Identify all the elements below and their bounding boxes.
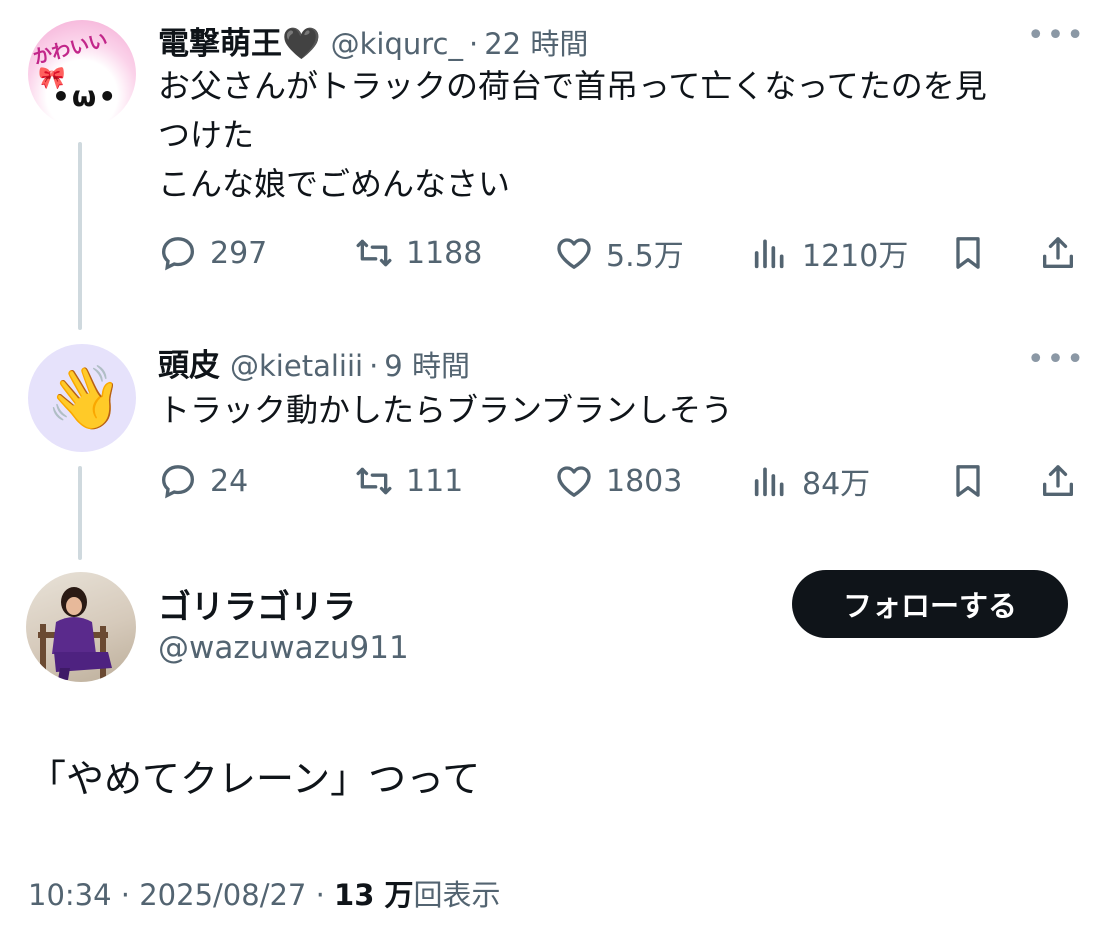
thread-line xyxy=(78,466,82,560)
tweet-text-line: トラック動かしたらブランブランしそう xyxy=(158,391,734,429)
retweet-count: 111 xyxy=(406,463,464,499)
reply-icon xyxy=(161,465,195,499)
retweet-button[interactable]: 1188 xyxy=(354,228,482,278)
author-name[interactable]: ゴリラゴリラ xyxy=(158,580,356,628)
waving-hand-icon: 👋 xyxy=(46,361,124,434)
avatar-deco-text: かわいい xyxy=(30,29,110,69)
views-button[interactable]: 84万 xyxy=(750,456,870,506)
avatar-face-text: •ω• xyxy=(52,80,119,113)
author-handle[interactable]: @kietaliii xyxy=(230,349,363,383)
tweet-header: 頭皮 @kietaliii · 9 時間 xyxy=(158,340,470,385)
views-icon xyxy=(754,239,784,269)
author-name[interactable]: 電撃萌王🖤 xyxy=(158,18,321,63)
tweet-text: お父さんがトラックの荷台で首吊って亡くなってたのを見 つけた こんな娘でごめんな… xyxy=(158,62,1078,209)
retweet-icon xyxy=(356,467,392,495)
share-icon xyxy=(1043,465,1073,496)
separator: · xyxy=(369,349,379,383)
reply-button[interactable]: 24 xyxy=(158,456,248,506)
retweet-icon xyxy=(356,239,392,267)
like-count: 5.5万 xyxy=(606,239,684,274)
more-icon[interactable]: ••• xyxy=(1027,345,1086,375)
avatar[interactable]: 👋 xyxy=(28,344,136,452)
views-label: 回表示 xyxy=(413,878,501,912)
views-button[interactable]: 1210万 xyxy=(750,228,908,278)
reply-icon xyxy=(161,237,195,271)
views-count: 84万 xyxy=(802,467,871,502)
action-bar: 24 111 1803 84万 xyxy=(158,456,1088,506)
like-count: 1803 xyxy=(606,463,683,499)
timestamp[interactable]: 9 時間 xyxy=(384,343,470,385)
heart-icon xyxy=(557,238,591,269)
bookmark-icon xyxy=(956,465,980,497)
thread-line xyxy=(78,142,82,330)
tweet-header: 電撃萌王🖤 @kiqurc_ · 22 時間 xyxy=(158,18,588,63)
follow-button[interactable]: フォローする xyxy=(792,570,1068,638)
author-handle[interactable]: @wazuwazu911 xyxy=(158,630,409,666)
reply-count: 297 xyxy=(210,235,268,271)
tweet-text: トラック動かしたらブランブランしそう xyxy=(158,386,1078,435)
avatar-photo xyxy=(38,587,112,680)
share-icon xyxy=(1043,237,1073,268)
heart-icon xyxy=(557,466,591,497)
bookmark-icon xyxy=(956,237,980,269)
avatar[interactable]: かわいい 🎀 •ω• xyxy=(28,20,136,128)
share-button[interactable] xyxy=(1038,228,1090,278)
views-total[interactable]: 13 万 xyxy=(334,878,413,912)
author-name[interactable]: 頭皮 xyxy=(158,340,220,385)
post-date[interactable]: 2025/08/27 xyxy=(139,878,306,912)
tweet-text-line: つけた xyxy=(158,116,255,154)
reply-button[interactable]: 297 xyxy=(158,228,267,278)
share-button[interactable] xyxy=(1038,456,1090,506)
tweet-meta: 10:34 · 2025/08/27 · 13 万回表示 xyxy=(28,872,501,914)
avatar[interactable] xyxy=(26,572,136,682)
bookmark-button[interactable] xyxy=(948,456,1000,506)
tweet-text: 「やめてクレーン」つって xyxy=(28,757,481,801)
bookmark-button[interactable] xyxy=(948,228,1000,278)
timestamp[interactable]: 22 時間 xyxy=(484,21,588,63)
like-button[interactable]: 1803 xyxy=(554,456,682,506)
more-icon[interactable]: ••• xyxy=(1027,21,1086,51)
views-count: 1210万 xyxy=(802,239,909,274)
action-bar: 297 1188 5.5万 1210万 xyxy=(158,228,1088,278)
post-time[interactable]: 10:34 xyxy=(28,878,112,912)
tweet-text-line: こんな娘でごめんなさい xyxy=(158,165,511,203)
author-handle[interactable]: @kiqurc_ xyxy=(331,27,463,61)
reply-count: 24 xyxy=(210,463,249,499)
views-icon xyxy=(754,467,784,497)
retweet-button[interactable]: 111 xyxy=(354,456,463,506)
separator: · xyxy=(120,878,131,912)
like-button[interactable]: 5.5万 xyxy=(554,228,684,278)
tweet-text-line: お父さんがトラックの荷台で首吊って亡くなってたのを見 xyxy=(158,67,987,105)
retweet-count: 1188 xyxy=(406,235,483,271)
separator: · xyxy=(315,878,325,912)
separator: · xyxy=(468,27,479,61)
